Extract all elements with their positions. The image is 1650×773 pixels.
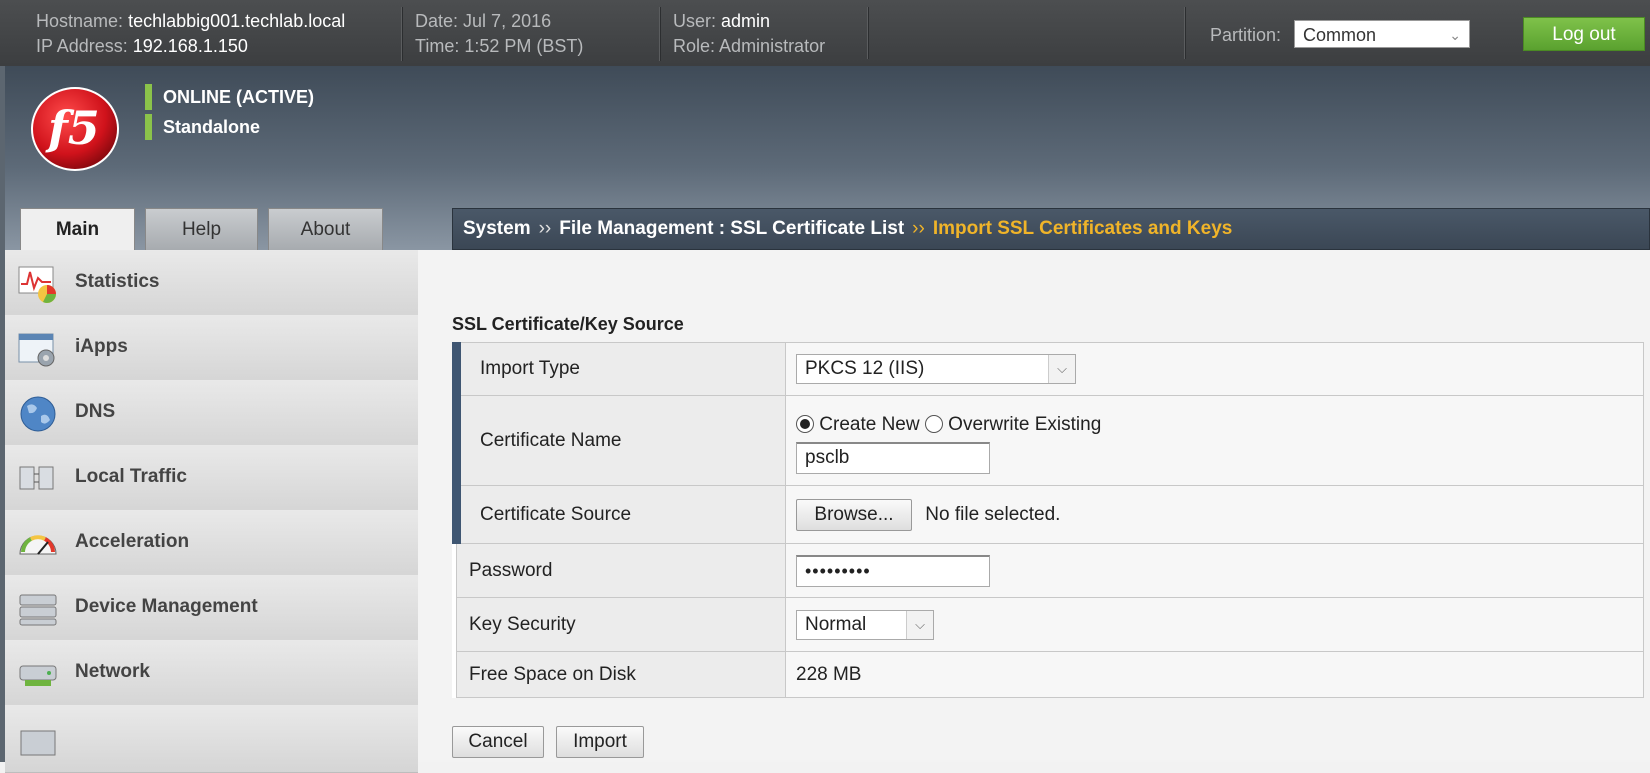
breadcrumb: System ›› File Management : SSL Certificat… (452, 208, 1650, 250)
form-row-password: Password ••••••••• (456, 543, 1644, 598)
top-info-bar: Hostname: techlabbig001.techlab.local IP… (0, 0, 1650, 66)
sidebar-item-label: Acceleration (75, 531, 190, 552)
form-row-import-type: Import Type PKCS 12 (IIS) ⌵ (452, 342, 1644, 396)
sidebar-item-local-traffic[interactable]: Local Traffic (5, 445, 418, 513)
sidebar-item-label: DNS (75, 401, 116, 422)
header-banner: f5 ONLINE (ACTIVE) Standalone Main Help … (0, 66, 1650, 252)
status-mode: Standalone (145, 114, 260, 140)
overwrite-existing-radio[interactable] (924, 414, 943, 433)
statistics-icon (18, 266, 56, 303)
key-security-label: Key Security (456, 597, 786, 652)
import-type-label: Import Type (452, 342, 786, 396)
tab-about[interactable]: About (268, 208, 383, 250)
sidebar-item-partial[interactable] (5, 705, 418, 773)
file-status-text: No file selected. (925, 503, 1061, 525)
server-icon (19, 594, 57, 626)
form-row-certificate-name: Certificate Name Create New Overwrite Ex… (452, 395, 1644, 486)
date-value: Jul 7, 2016 (463, 11, 552, 31)
breadcrumb-ssl-certificate-list[interactable]: File Management : SSL Certificate List (559, 218, 904, 239)
user-info: User: admin Role: Administrator (660, 7, 825, 61)
key-security-cell: Normal ⌵ (785, 597, 1644, 652)
certificate-source-cell: Browse... No file selected. (785, 485, 1644, 544)
logout-button[interactable]: Log out (1523, 17, 1645, 51)
sidebar-item-label: Statistics (75, 271, 160, 292)
partition-label: Partition: (1210, 25, 1282, 45)
sidebar-item-network[interactable]: Network (5, 640, 418, 708)
create-new-label[interactable]: Create New (819, 414, 919, 435)
chevron-down-icon: ⌄ (1449, 27, 1461, 43)
sidebar-item-label: Local Traffic (75, 466, 187, 487)
password-label: Password (456, 543, 786, 598)
sidebar-item-acceleration[interactable]: Acceleration (5, 510, 418, 578)
sidebar-item-device-management[interactable]: Device Management (5, 575, 418, 643)
hostname-label: Hostname: (36, 11, 124, 31)
status-online: ONLINE (ACTIVE) (145, 84, 314, 110)
certificate-source-label: Certificate Source (452, 485, 786, 544)
network-icon (19, 665, 57, 686)
import-type-cell: PKCS 12 (IIS) ⌵ (785, 342, 1644, 396)
breadcrumb-current: Import SSL Certificates and Keys (932, 218, 1233, 239)
role-value: Administrator (719, 36, 826, 56)
ip-value: 192.168.1.150 (132, 36, 248, 56)
password-input[interactable]: ••••••••• (796, 554, 990, 587)
ssl-import-form: Import Type PKCS 12 (IIS) ⌵ Certificate … (452, 342, 1644, 698)
divider (868, 7, 869, 59)
f5-logo[interactable]: f5 (30, 82, 120, 172)
form-row-key-security: Key Security Normal ⌵ (456, 597, 1644, 652)
role-label: Role: (673, 36, 716, 56)
sidebar-item-dns[interactable]: DNS (5, 380, 418, 448)
import-type-value: PKCS 12 (IIS) (805, 358, 925, 379)
password-cell: ••••••••• (785, 543, 1644, 598)
import-button[interactable]: Import (556, 726, 644, 758)
partition-select[interactable]: Common ⌄ (1294, 20, 1470, 48)
free-space-value: 228 MB (785, 651, 1644, 698)
sidebar-item-label: Network (75, 661, 150, 682)
local-traffic-icon (19, 466, 54, 490)
breadcrumb-system[interactable]: System (463, 218, 531, 239)
time-value: 1:52 PM (BST) (464, 36, 584, 56)
user-label: User: (673, 11, 717, 31)
free-space-label: Free Space on Disk (456, 651, 786, 698)
cancel-button[interactable]: Cancel (452, 726, 544, 758)
breadcrumb-separator: ›› (538, 218, 552, 239)
svg-text:f5: f5 (45, 101, 100, 155)
chevron-down-icon: ⌵ (1048, 355, 1075, 383)
user-value: admin (721, 11, 771, 31)
partition-value: Common (1303, 25, 1377, 45)
tab-main[interactable]: Main (20, 208, 135, 252)
sidebar-item-label: iApps (75, 336, 128, 357)
host-info: Hostname: techlabbig001.techlab.local IP… (36, 9, 345, 59)
key-security-select[interactable]: Normal ⌵ (796, 609, 934, 640)
import-type-select[interactable]: PKCS 12 (IIS) ⌵ (796, 354, 1076, 384)
iapps-icon (18, 333, 55, 367)
form-row-certificate-source: Certificate Source Browse... No file sel… (452, 485, 1644, 544)
certificate-name-label: Certificate Name (452, 395, 786, 486)
form-row-free-space: Free Space on Disk 228 MB (456, 651, 1644, 698)
datetime-info: Date: Jul 7, 2016 Time: 1:52 PM (BST) (402, 7, 583, 61)
hostname-value: techlabbig001.techlab.local (128, 11, 346, 31)
key-security-value: Normal (805, 613, 867, 635)
system-icon (20, 730, 56, 756)
certificate-name-cell: Create New Overwrite Existing psclb (785, 395, 1644, 486)
gauge-icon (19, 535, 57, 555)
date-label: Date: (415, 11, 459, 31)
tab-help[interactable]: Help (145, 208, 258, 250)
section-title: SSL Certificate/Key Source (452, 314, 684, 334)
breadcrumb-separator: ›› (912, 218, 925, 239)
chevron-down-icon: ⌵ (906, 610, 933, 639)
sidebar-item-statistics[interactable]: Statistics (5, 250, 418, 318)
create-new-radio[interactable] (796, 414, 814, 433)
certificate-name-input[interactable]: psclb (796, 441, 990, 474)
sidebar-item-label: Device Management (75, 596, 258, 617)
sidebar-item-iapps[interactable]: iApps (5, 315, 418, 383)
ip-label: IP Address: (36, 36, 128, 56)
overwrite-existing-label[interactable]: Overwrite Existing (948, 414, 1101, 435)
certificate-name-options: Create New Overwrite Existing (796, 414, 1643, 436)
browse-button[interactable]: Browse... (796, 498, 912, 531)
divider (1185, 7, 1186, 59)
sidebar: Statistics iApps DNS Local Traffic Accel… (5, 250, 418, 773)
globe-icon (20, 396, 56, 432)
time-label: Time: (415, 36, 460, 56)
